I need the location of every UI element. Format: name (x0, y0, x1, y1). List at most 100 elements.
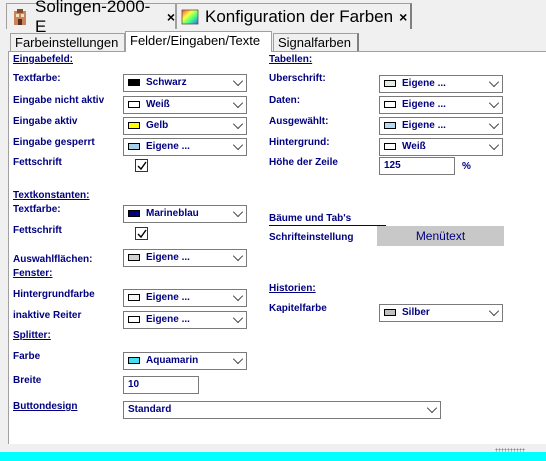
color-swatch (128, 294, 140, 301)
doc-tab-konfiguration[interactable]: Konfiguration der Farben × (176, 3, 412, 29)
label-hintergrund: Hintergrund: (269, 137, 330, 148)
splitter-bar[interactable] (0, 452, 546, 461)
chevron-down-icon (488, 76, 500, 88)
select-value: Eigene ... (146, 292, 190, 303)
color-swatch (384, 122, 396, 129)
underline-divider (269, 225, 386, 226)
tk-fettschrift-checkbox[interactable] (135, 227, 148, 240)
section-historien: Historien: (269, 283, 316, 294)
checkmark-icon (137, 229, 147, 239)
select-value: Eigene ... (146, 314, 190, 325)
label-daten: Daten: (269, 95, 301, 106)
inaktive-reiter-select[interactable]: Eigene ... (123, 311, 247, 329)
doc-tab-solingen[interactable]: Solingen-2000-E × (6, 0, 176, 36)
doc-tab-label: Konfiguration der Farben (205, 6, 394, 26)
menutext-button[interactable]: Menütext (377, 226, 504, 246)
eingabe-gesperrt-select[interactable]: Eigene ... (123, 138, 247, 156)
tab-signalfarben[interactable]: Signalfarben (273, 33, 359, 52)
chevron-down-icon (232, 353, 244, 365)
tabellen-ausgewaehlt-select[interactable]: Eigene ... (379, 117, 503, 135)
select-value: Weiß (402, 141, 426, 152)
color-palette-icon (181, 9, 199, 24)
eingabe-nicht-aktiv-select[interactable]: Weiß (123, 96, 247, 114)
label-ausgewaehlt: Ausgewählt: (269, 116, 329, 127)
color-swatch (384, 101, 396, 108)
label-tk-textfarbe: Textfarbe: (13, 204, 61, 215)
select-value: Silber (402, 307, 430, 318)
tab-felder-eingaben-texte[interactable]: Felder/Eingaben/Texte (125, 31, 272, 52)
label-eingabe-gesperrt: Eingabe gesperrt (13, 137, 95, 148)
select-value: Eigene ... (402, 120, 446, 131)
select-value: Aquamarin (146, 355, 199, 366)
label-schrifteinstellung: Schrifteinstellung (269, 232, 354, 243)
textfarbe-select[interactable]: Schwarz (123, 74, 247, 92)
color-swatch (128, 210, 140, 217)
label-eingabe-aktiv: Eingabe aktiv (13, 116, 78, 127)
chevron-down-icon (488, 118, 500, 130)
section-eingabefeld: Eingabefeld: (13, 54, 74, 65)
status-strip (0, 444, 546, 452)
label-hintergrundfarbe: Hintergrundfarbe (13, 289, 95, 300)
chevron-down-icon (232, 75, 244, 87)
tab-farbeinstellungen[interactable]: Farbeinstellungen (10, 33, 125, 52)
label-baeume-und-tabs: Bäume und Tab's (269, 213, 352, 224)
color-swatch (384, 309, 396, 316)
color-swatch (128, 122, 140, 129)
label-hoehe-der-zeile: Höhe der Zeile (269, 157, 338, 168)
select-value: Eigene ... (402, 99, 446, 110)
chevron-down-icon (232, 118, 244, 130)
chevron-down-icon (488, 305, 500, 317)
chevron-down-icon (488, 139, 500, 151)
tk-textfarbe-select[interactable]: Marineblau (123, 205, 247, 223)
chevron-down-icon (232, 312, 244, 324)
label-buttondesign: Buttondesign (13, 401, 78, 412)
building-icon (14, 8, 26, 25)
label-kapitelfarbe: Kapitelfarbe (269, 303, 327, 314)
percent-unit: % (462, 161, 471, 172)
splitter-farbe-select[interactable]: Aquamarin (123, 352, 247, 370)
select-value: Gelb (146, 120, 169, 131)
auswahlflaechen-select[interactable]: Eigene ... (123, 249, 247, 267)
color-swatch (128, 316, 140, 323)
color-swatch (128, 143, 140, 150)
section-tabellen: Tabellen: (269, 54, 313, 65)
chevron-down-icon (232, 250, 244, 262)
section-splitter: Splitter: (13, 330, 51, 341)
close-tab-icon[interactable]: × (399, 9, 407, 25)
checkmark-icon (137, 161, 147, 171)
color-swatch (384, 143, 396, 150)
color-swatch (128, 79, 140, 86)
label-fettschrift: Fettschrift (13, 225, 62, 236)
color-swatch (128, 357, 140, 364)
zeilenhoehe-input[interactable]: 125 (379, 157, 455, 175)
tabellen-hintergrund-select[interactable]: Weiß (379, 138, 503, 156)
tabellen-daten-select[interactable]: Eigene ... (379, 96, 503, 114)
chevron-down-icon (232, 97, 244, 109)
buttondesign-select[interactable]: Standard (123, 401, 441, 419)
eingabe-aktiv-select[interactable]: Gelb (123, 117, 247, 135)
label-inaktive-reiter: inaktive Reiter (13, 310, 82, 321)
fettschrift-checkbox[interactable] (135, 159, 148, 172)
chevron-down-icon (232, 139, 244, 151)
select-value: Weiß (146, 99, 170, 110)
select-value: Eigene ... (402, 78, 446, 89)
chevron-down-icon (232, 290, 244, 302)
hintergrundfarbe-select[interactable]: Eigene ... (123, 289, 247, 307)
select-value: Schwarz (146, 77, 187, 88)
select-value: Marineblau (146, 208, 199, 219)
chevron-down-icon (232, 206, 244, 218)
select-value: Eigene ... (146, 252, 190, 263)
label-ueberschrift: Uberschrift: (269, 73, 326, 84)
chevron-down-icon (426, 402, 438, 414)
section-fenster: Fenster: (13, 268, 53, 279)
label-textfarbe: Textfarbe: (13, 73, 61, 84)
color-swatch (128, 254, 140, 261)
close-tab-icon[interactable]: × (167, 9, 175, 25)
select-value: Eigene ... (146, 141, 190, 152)
kapitelfarbe-select[interactable]: Silber (379, 304, 503, 322)
select-value: Standard (128, 404, 172, 415)
label-auswahlflaechen: Auswahlflächen: (13, 254, 93, 265)
color-swatch (128, 101, 140, 108)
tabellen-ueberschrift-select[interactable]: Eigene ... (379, 75, 503, 93)
splitter-breite-input[interactable]: 10 (123, 376, 199, 394)
